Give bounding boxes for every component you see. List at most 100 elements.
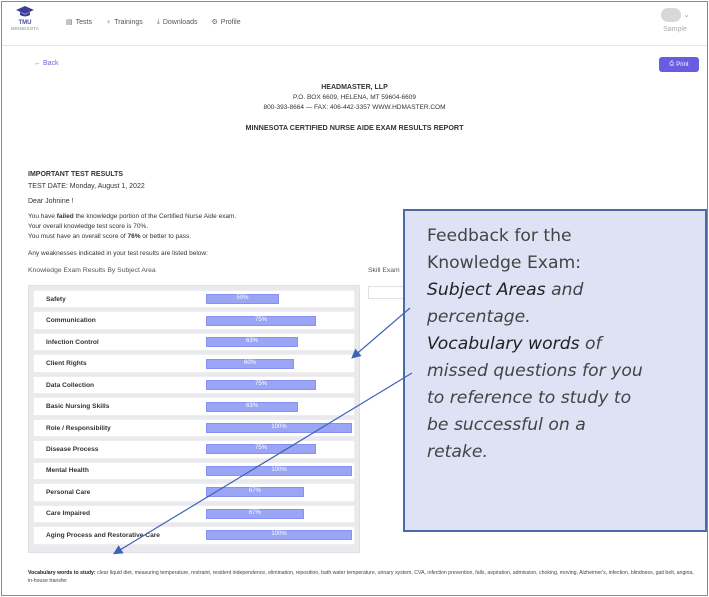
subject-row: Safety 50% bbox=[33, 290, 355, 309]
skill-exam-heading: Skill Exam bbox=[368, 267, 400, 274]
report-title: MINNESOTA CERTIFIED NURSE AIDE EXAM RESU… bbox=[245, 123, 464, 132]
profile-menu[interactable]: ⌄ Sample bbox=[653, 6, 697, 33]
score-percent: 50% bbox=[236, 295, 249, 302]
important-heading: IMPORTANT TEST RESULTS bbox=[28, 171, 124, 178]
profile-name: Sample bbox=[663, 26, 687, 33]
vocabulary-label: Vocabulary words to study: bbox=[28, 570, 96, 576]
nav-profile[interactable]: ⚙ Profile bbox=[211, 18, 241, 27]
callout-line: to reference to study to bbox=[427, 388, 632, 408]
subject-row: Disease Process 75% bbox=[33, 440, 355, 459]
score-bar-track: 100% bbox=[206, 530, 352, 541]
score-percent: 75% bbox=[254, 316, 267, 323]
logo-subtext: MINNESOTA bbox=[10, 26, 40, 31]
subject-row: Care Impaired 67% bbox=[33, 504, 355, 524]
score-percent: 100% bbox=[271, 424, 287, 430]
callout-line: Vocabulary words of bbox=[427, 334, 602, 354]
vocabulary-words: clear liquid diet, measuring temperature… bbox=[28, 570, 694, 584]
nav-downloads[interactable]: ⤓ Downloads bbox=[157, 18, 198, 26]
subject-name: Care Impaired bbox=[46, 510, 90, 518]
score-percent: 63% bbox=[245, 338, 258, 345]
subject-name: Infection Control bbox=[46, 338, 99, 346]
gear-icon: ⚙ bbox=[211, 19, 218, 26]
score-bar-track: 75% bbox=[206, 315, 352, 326]
subject-name: Role / Responsibility bbox=[46, 424, 111, 432]
result-status-line: You have failed the knowledge portion of… bbox=[28, 213, 237, 220]
callout-line: missed questions for you bbox=[427, 361, 643, 381]
passing-score-line: You must have an overall score of 76% or… bbox=[28, 233, 192, 240]
chevron-down-icon: ⌄ bbox=[683, 11, 690, 19]
subject-name: Data Collection bbox=[46, 381, 94, 389]
score-percent: 60% bbox=[243, 359, 256, 366]
score-bar-track: 100% bbox=[206, 423, 352, 433]
nav-tests[interactable]: ▤ Tests bbox=[66, 18, 92, 27]
skill-exam-panel bbox=[368, 286, 408, 299]
callout-line: Subject Areas and bbox=[427, 280, 584, 300]
avatar bbox=[660, 7, 681, 22]
company-address: P.O. BOX 6609, HELENA, MT 59604-6609 bbox=[293, 94, 416, 101]
score-bar-track: 67% bbox=[206, 487, 352, 498]
subject-name: Basic Nursing Skills bbox=[46, 403, 110, 411]
callout-line: Feedback for the bbox=[427, 226, 572, 246]
printer-icon: ⎙ bbox=[669, 61, 675, 67]
score-bar-track: 63% bbox=[206, 401, 352, 412]
subject-row: Mental Health 100% bbox=[33, 461, 355, 481]
back-link[interactable]: ← Back bbox=[34, 60, 59, 67]
failed-word: failed bbox=[56, 213, 74, 220]
score-bar-track: 75% bbox=[206, 380, 352, 391]
callout-line: percentage. bbox=[427, 307, 531, 327]
vocabulary-section: Vocabulary words to study: clear liquid … bbox=[28, 570, 698, 585]
test-date: TEST DATE: Monday, August 1, 2022 bbox=[28, 183, 145, 190]
score-percent: 75% bbox=[254, 381, 267, 388]
subject-results-table: Safety 50% Communication 75% Infection Contr… bbox=[28, 285, 360, 553]
company-contact: 800-393-8664 — FAX: 406-442-3357 WWW.HDM… bbox=[263, 104, 446, 111]
score-bar-track: 100% bbox=[206, 465, 352, 476]
score-bar-track: 50% bbox=[206, 294, 352, 305]
nav-downloads-label: Downloads bbox=[162, 18, 198, 26]
score-percent: 100% bbox=[271, 466, 287, 473]
subject-name: Aging Process and Restorative Care bbox=[46, 531, 160, 539]
nav-tests-label: Tests bbox=[75, 18, 92, 26]
print-button-label: Print bbox=[676, 61, 689, 68]
subject-row: Communication 75% bbox=[33, 311, 355, 330]
nav-trainings-label: Trainings bbox=[114, 18, 143, 26]
company-name: HEADMASTER, LLP bbox=[321, 84, 388, 91]
knowledge-results-heading: Knowledge Exam Results By Subject Area bbox=[28, 267, 156, 274]
feedback-callout: Feedback for the Knowledge Exam: Subject… bbox=[403, 209, 707, 532]
tmu-logo[interactable]: TMU MINNESOTA bbox=[10, 6, 40, 31]
passing-score: 76% bbox=[127, 233, 141, 240]
score-bar-track: 60% bbox=[206, 358, 352, 369]
score-bar-track: 75% bbox=[206, 444, 352, 455]
subject-row: Infection Control 63% bbox=[33, 332, 355, 352]
score-percent: 75% bbox=[254, 445, 267, 452]
score-bar-track: 67% bbox=[206, 508, 352, 519]
score-percent: 67% bbox=[248, 509, 261, 516]
top-navbar: TMU MINNESOTA ▤ Tests ♀ Trainings ⤓ Down… bbox=[2, 2, 707, 46]
score-bar-track: 63% bbox=[206, 337, 352, 348]
subject-name: Client Rights bbox=[46, 360, 87, 368]
subject-name: Mental Health bbox=[46, 467, 89, 475]
subject-name: Communication bbox=[46, 317, 96, 325]
subject-row: Data Collection 75% bbox=[33, 375, 355, 395]
subject-row: Role / Responsibility 100% bbox=[33, 418, 355, 438]
subject-row: Aging Process and Restorative Care 100% bbox=[33, 526, 355, 545]
nav-menu: ▤ Tests ♀ Trainings ⤓ Downloads ⚙ Profil… bbox=[66, 18, 241, 26]
graduation-cap-icon bbox=[16, 6, 34, 17]
callout-line: Knowledge Exam: bbox=[427, 253, 582, 273]
subject-name: Personal Care bbox=[46, 488, 91, 496]
callout-line: be successful on a bbox=[427, 415, 586, 435]
nav-profile-label: Profile bbox=[220, 18, 241, 26]
score-percent: 63% bbox=[245, 402, 258, 409]
subject-row: Personal Care 67% bbox=[33, 483, 355, 502]
subject-row: Client Rights 60% bbox=[33, 354, 355, 373]
score-percent: 67% bbox=[248, 488, 261, 495]
score-percent: 100% bbox=[271, 531, 287, 538]
nav-trainings[interactable]: ♀ Trainings bbox=[106, 18, 143, 26]
document-icon: ▤ bbox=[66, 19, 73, 26]
score-line: Your overall knowledge test score is 70%… bbox=[28, 223, 149, 230]
greeting: Dear Johnine ! bbox=[28, 198, 74, 205]
print-button[interactable]: ⎙ Print bbox=[659, 57, 699, 72]
subject-row: Basic Nursing Skills 63% bbox=[33, 397, 355, 416]
weakness-intro: Any weaknesses indicated in your test re… bbox=[28, 250, 208, 257]
callout-line: retake. bbox=[427, 442, 488, 462]
subject-name: Disease Process bbox=[46, 445, 99, 453]
